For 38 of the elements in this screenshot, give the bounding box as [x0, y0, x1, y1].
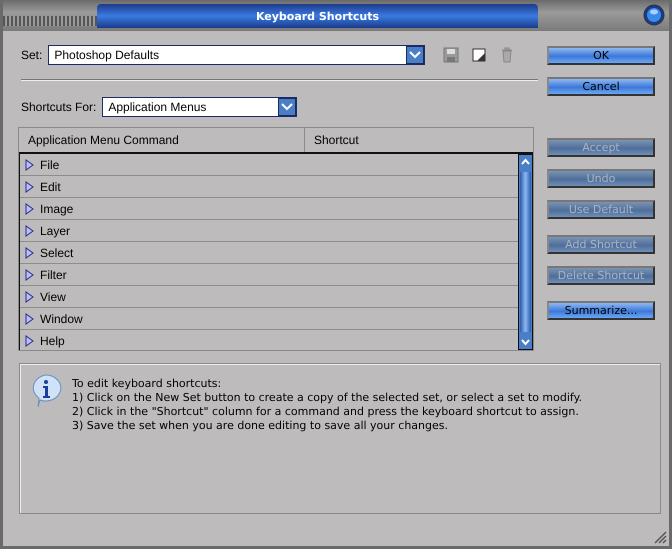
- field-label: Set:: [21, 48, 42, 62]
- expand-triangle-icon[interactable]: [24, 312, 35, 324]
- dialog-button[interactable]: Cancel: [547, 77, 655, 96]
- expand-triangle-icon[interactable]: [24, 158, 35, 170]
- menu-command-row[interactable]: Layer: [40, 224, 70, 238]
- window-title: Keyboard Shortcuts: [97, 4, 538, 28]
- scrollbar[interactable]: [518, 154, 533, 350]
- dropdown-field[interactable]: Application Menus: [102, 97, 298, 117]
- expand-triangle-icon[interactable]: [24, 180, 35, 192]
- menu-command-row[interactable]: File: [40, 158, 60, 172]
- menu-command-row[interactable]: Edit: [40, 180, 61, 194]
- menu-command-row[interactable]: Help: [40, 334, 65, 348]
- instruction-text: To edit keyboard shortcuts:: [72, 377, 222, 391]
- menu-command-row[interactable]: Select: [40, 246, 74, 260]
- info-icon: [30, 374, 62, 408]
- instruction-text: 2) Click in the "Shortcut" column for a command and press the keyboard shortcut to assign.: [72, 405, 580, 419]
- field-label: Shortcuts For:: [21, 100, 96, 114]
- expand-triangle-icon[interactable]: [24, 202, 35, 214]
- dialog-button[interactable]: OK: [547, 46, 655, 65]
- menu-command-row[interactable]: Image: [40, 202, 74, 216]
- expand-triangle-icon[interactable]: [24, 290, 35, 302]
- resize-grip-icon[interactable]: [654, 531, 667, 544]
- instruction-text: 3) Save the set when you are done editing to save all your changes.: [72, 419, 449, 433]
- column-header[interactable]: Application Menu Command: [19, 128, 305, 152]
- instruction-text: 1) Click on the New Set button to create a copy of the selected set, or select a set to modify.: [72, 391, 582, 405]
- expand-triangle-icon[interactable]: [24, 246, 35, 258]
- menu-command-row[interactable]: Filter: [40, 268, 67, 282]
- menu-command-row[interactable]: Window: [40, 312, 83, 326]
- column-header[interactable]: Shortcut: [305, 128, 359, 152]
- save-icon[interactable]: [443, 47, 460, 63]
- dropdown-field[interactable]: Photoshop Defaults: [48, 45, 426, 65]
- expand-triangle-icon[interactable]: [24, 268, 35, 280]
- expand-triangle-icon[interactable]: [24, 334, 35, 346]
- new-set-icon[interactable]: [471, 47, 488, 63]
- menu-command-row[interactable]: View: [40, 290, 66, 304]
- close-icon[interactable]: [643, 4, 665, 26]
- expand-triangle-icon[interactable]: [24, 224, 35, 236]
- dialog-button[interactable]: Summarize...: [547, 301, 655, 320]
